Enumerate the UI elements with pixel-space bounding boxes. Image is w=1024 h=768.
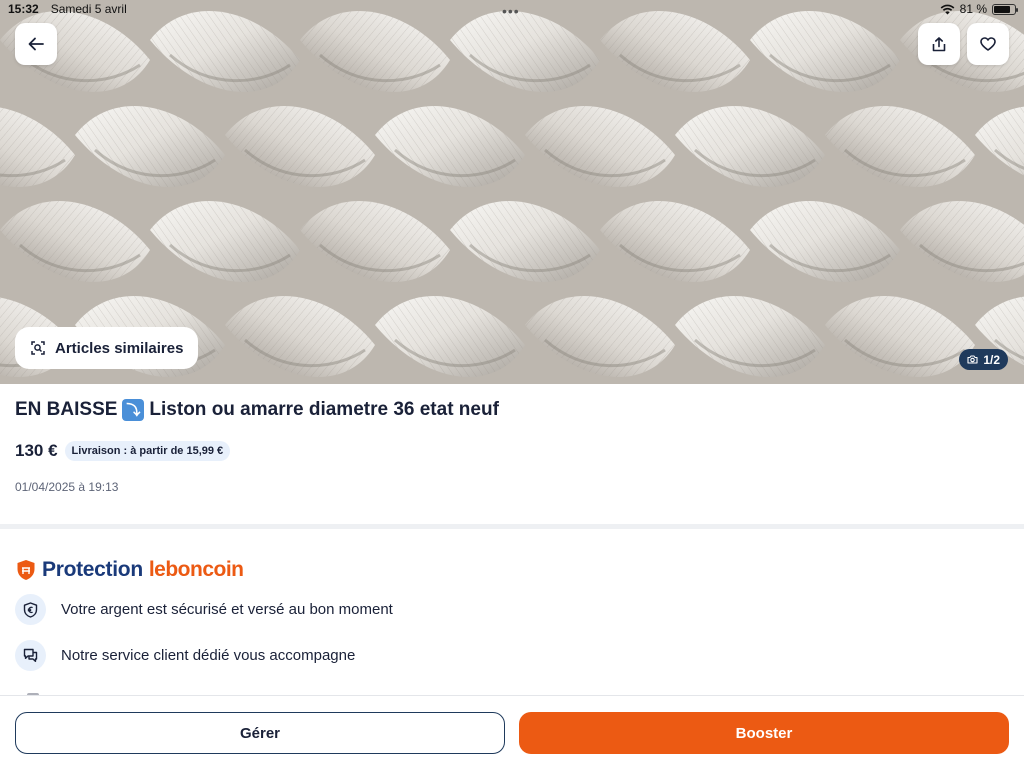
boost-button[interactable]: Booster bbox=[519, 712, 1009, 754]
shield-icon bbox=[17, 560, 35, 580]
euro-shield-icon bbox=[15, 594, 46, 625]
bottom-action-bar: Gérer Booster bbox=[0, 695, 1024, 768]
wifi-icon bbox=[940, 4, 955, 14]
camera-icon bbox=[967, 355, 978, 364]
price-row: 130 € Livraison : à partir de 15,99 € bbox=[15, 441, 231, 461]
listing-title: EN BAISSE ⤵ Liston ou amarre diametre 36… bbox=[15, 399, 499, 421]
delivery-badge: Livraison : à partir de 15,99 € bbox=[64, 441, 231, 461]
section-divider bbox=[0, 524, 1024, 529]
battery-icon bbox=[992, 3, 1018, 15]
manage-button[interactable]: Gérer bbox=[15, 712, 505, 754]
protection-title: Protection leboncoin bbox=[16, 558, 244, 582]
protection-feature-secure-money: Votre argent est sécurisé et versé au bo… bbox=[15, 594, 393, 625]
photo-counter: 1/2 bbox=[983, 352, 1000, 367]
status-date: Samedi 5 avril bbox=[50, 2, 127, 16]
protection-word: Protection bbox=[42, 558, 143, 581]
battery-percent: 81 % bbox=[959, 2, 987, 16]
similar-items-label: Articles similaires bbox=[55, 339, 184, 357]
title-prefix: EN BAISSE bbox=[15, 399, 118, 420]
share-icon bbox=[932, 36, 946, 51]
status-time: 15:32 bbox=[8, 2, 39, 16]
multitasking-dots[interactable]: ••• bbox=[502, 3, 520, 19]
favorite-button[interactable] bbox=[967, 23, 1009, 65]
down-arrow-emoji: ⤵ bbox=[122, 399, 145, 421]
brand-word: leboncoin bbox=[148, 558, 244, 581]
feature-text: Votre argent est sécurisé et versé au bo… bbox=[61, 601, 393, 618]
price: 130 € bbox=[15, 441, 58, 460]
similar-items-button[interactable]: Articles similaires bbox=[15, 327, 199, 369]
share-button[interactable] bbox=[918, 23, 960, 65]
back-button[interactable] bbox=[15, 23, 57, 65]
publication-date: 01/04/2025 à 19:13 bbox=[15, 480, 119, 494]
arrow-left-icon bbox=[28, 37, 44, 51]
feature-text: Notre service client dédié vous accompag… bbox=[61, 647, 356, 664]
heart-icon bbox=[980, 37, 996, 51]
status-bar: 15:32 Samedi 5 avril ••• 81 % bbox=[0, 0, 1024, 19]
photo-counter-badge: 1/2 bbox=[959, 349, 1008, 370]
chat-icon bbox=[15, 640, 46, 671]
visual-search-icon bbox=[31, 341, 45, 355]
protection-feature-support: Notre service client dédié vous accompag… bbox=[15, 640, 355, 671]
title-text: Liston ou amarre diametre 36 etat neuf bbox=[149, 399, 499, 420]
